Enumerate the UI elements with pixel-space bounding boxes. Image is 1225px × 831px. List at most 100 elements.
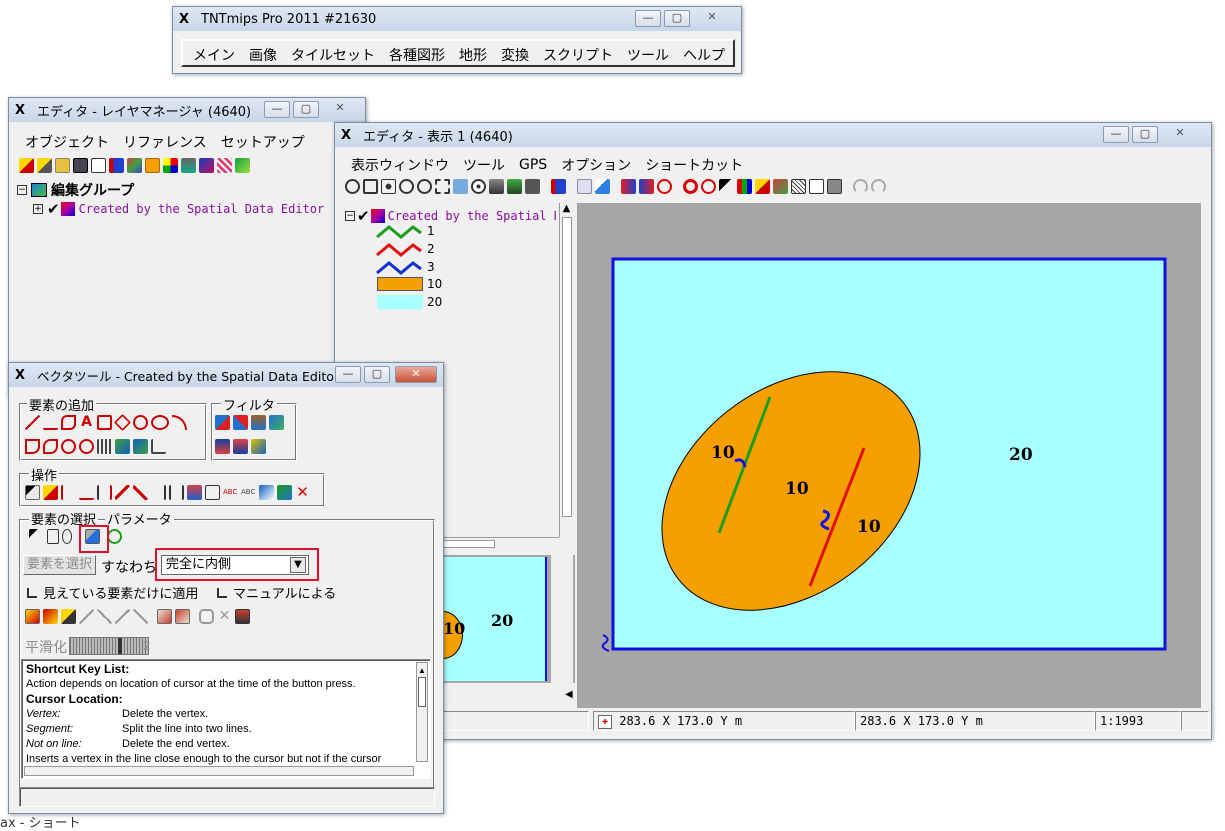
join-icon[interactable] [151,485,166,500]
insert-icon[interactable] [109,158,124,173]
menu-shortcut[interactable]: ショートカット [645,155,743,175]
corner-mark[interactable] [601,634,610,652]
panel-collapse-icon[interactable]: ◀ [565,689,573,700]
delete-icon[interactable]: ✕ [295,485,310,500]
filter-dissolve-icon[interactable] [233,439,248,454]
menu-display-window[interactable]: 表示ウィンドウ [351,155,449,175]
tree-layer-row[interactable]: + ✔ Created by the Spatial Data Editor [33,200,324,218]
gps-icon[interactable] [489,179,504,194]
add-polyline-icon[interactable] [61,415,76,430]
display-titlebar[interactable]: X エディタ - 表示 1 (4640) — ▢ ✕ [335,123,1211,147]
add-region-icon[interactable] [25,439,40,454]
target-icon[interactable] [683,179,698,194]
tab-parameters[interactable]: パラメータ [105,509,174,528]
save-as-icon[interactable] [91,158,106,173]
visible-only-checkbox[interactable]: 見えている要素だけに適用 [27,583,198,602]
add-ellipse-icon[interactable] [151,415,169,430]
open-folder-icon[interactable] [55,158,70,173]
menu-terrain[interactable]: 地形 [459,45,487,65]
forward-icon[interactable] [639,179,654,194]
cad-layer-icon[interactable] [199,158,214,173]
close-button[interactable]: ✕ [395,366,437,383]
vector-tool-titlebar[interactable]: X ベクタツール - Created by the Spatial Data E… [9,363,443,387]
rotate-select-icon[interactable] [199,609,214,624]
pan-icon[interactable] [381,179,396,194]
select-arrow-icon[interactable] [25,485,40,500]
copy-icon[interactable] [809,179,824,194]
help-horizontal-scrollbar[interactable] [24,766,414,776]
abc-edit-icon[interactable]: ABC [241,485,256,500]
add-text-icon[interactable]: A [79,415,94,430]
select-point-icon[interactable] [29,529,44,544]
select-prev-icon[interactable] [115,609,130,624]
filter-sliver-icon[interactable] [269,415,284,430]
scroll-up-icon[interactable]: ▲ [560,203,573,214]
menu-gps[interactable]: GPS [519,157,547,173]
pointer-icon[interactable] [719,179,734,194]
filter-island-icon[interactable] [251,439,266,454]
edit-pointer-icon[interactable] [595,179,610,194]
minimize-button[interactable]: — [1103,126,1129,143]
legend-vertical-scrollbar[interactable]: ▲ [559,203,573,537]
zoom-box-icon[interactable] [435,179,450,194]
save-icon[interactable] [73,158,88,173]
raster-icon[interactable] [127,158,142,173]
save-selection-icon[interactable] [235,609,250,624]
invert-selection-icon[interactable] [175,609,190,624]
select-query-icon[interactable] [107,529,122,544]
close-button[interactable]: ✕ [1165,126,1195,143]
menu-help[interactable]: ヘルプ [683,45,725,65]
move-vertex-icon[interactable] [79,485,94,500]
visibility-check-icon[interactable]: ✔ [47,200,60,218]
add-label-icon[interactable] [133,439,148,454]
select-cut-icon[interactable] [133,609,148,624]
shape-layer-icon[interactable] [181,158,196,173]
zoom-in-icon[interactable] [399,179,414,194]
align-icon[interactable] [169,485,184,500]
filter-merge-icon[interactable] [215,439,230,454]
pencil-icon[interactable] [755,179,770,194]
add-circle-icon[interactable] [133,415,148,430]
add-blob-icon[interactable] [61,439,76,454]
chart-icon[interactable] [737,179,752,194]
visibility-check-icon[interactable]: ✔ [357,207,370,225]
attribute-icon[interactable] [277,485,292,500]
clear-selection-icon[interactable] [157,609,172,624]
minimize-button[interactable]: — [335,366,361,383]
add-polygon-icon[interactable] [114,414,131,431]
paste-icon[interactable] [827,179,842,194]
color-grid-icon[interactable] [163,158,178,173]
menu-main[interactable]: メイン [193,45,235,65]
expand-icon[interactable]: + [33,204,43,214]
add-arc-icon[interactable] [172,415,187,430]
snap-icon[interactable] [205,485,220,500]
image-icon[interactable] [773,179,788,194]
edit-element-icon[interactable] [43,485,58,500]
layer-manager-titlebar[interactable]: X エディタ - レイヤマネージャ (4640) — ▢ ✕ [9,98,365,122]
split-line-icon[interactable] [97,485,112,500]
scroll-thumb[interactable] [562,217,572,517]
print-icon[interactable] [507,179,522,194]
filter-remove-icon[interactable] [215,415,230,430]
collapse-icon[interactable]: − [345,211,355,221]
back-icon[interactable] [621,179,636,194]
full-view-icon[interactable] [363,179,378,194]
collapse-icon[interactable]: − [17,185,27,195]
menu-convert[interactable]: 変換 [501,45,529,65]
maximize-button[interactable]: ▢ [364,366,390,383]
abc-text-icon[interactable]: ABC [223,485,238,500]
add-layer-icon[interactable] [37,158,52,173]
add-vertex-icon[interactable] [61,485,76,500]
smoothing-slider[interactable] [69,637,149,655]
checkbox-box-icon[interactable] [27,588,37,598]
extend-icon[interactable] [133,485,148,500]
menu-geometry[interactable]: 各種図形 [389,45,445,65]
locate-icon[interactable] [471,179,486,194]
redraw-icon[interactable] [345,179,360,194]
maximize-button[interactable]: ▢ [1132,126,1158,143]
rotate-icon[interactable] [187,485,202,500]
zoom-out-icon[interactable] [417,179,432,194]
select-box-icon[interactable] [47,529,59,544]
add-symbol-icon[interactable] [97,439,112,454]
close-button[interactable]: ✕ [697,10,727,27]
